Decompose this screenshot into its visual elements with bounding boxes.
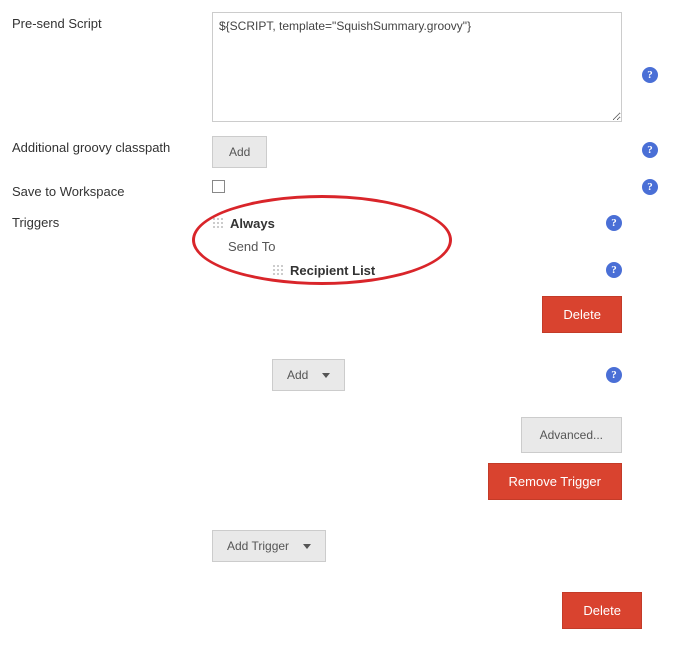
help-icon[interactable]: ? <box>642 142 658 158</box>
add-recipient-dropdown[interactable]: Add <box>272 359 345 391</box>
help-icon[interactable]: ? <box>606 215 622 231</box>
add-trigger-dropdown[interactable]: Add Trigger <box>212 530 326 562</box>
trigger-block: Always ? Send To Recipient List ? Delete… <box>212 211 622 500</box>
help-icon[interactable]: ? <box>606 367 622 383</box>
delete-section-button[interactable]: Delete <box>562 592 642 629</box>
presend-script-textarea[interactable] <box>212 12 622 122</box>
trigger-name: Always <box>230 216 275 231</box>
add-classpath-button[interactable]: Add <box>212 136 267 168</box>
chevron-down-icon <box>303 544 311 549</box>
trigger-row[interactable]: Always ? <box>212 211 622 235</box>
drag-handle-icon[interactable] <box>212 217 224 229</box>
add-trigger-label: Add Trigger <box>227 539 289 553</box>
remove-trigger-button[interactable]: Remove Trigger <box>488 463 622 500</box>
recipient-row: Recipient List ? <box>272 258 622 282</box>
recipient-list-label: Recipient List <box>290 263 375 278</box>
help-icon[interactable]: ? <box>642 67 658 83</box>
triggers-label: Triggers <box>12 211 212 230</box>
help-icon[interactable]: ? <box>642 179 658 195</box>
save-workspace-label: Save to Workspace <box>12 180 212 199</box>
classpath-label: Additional groovy classpath <box>12 136 212 155</box>
presend-script-label: Pre-send Script <box>12 12 212 31</box>
send-to-label: Send To <box>212 235 622 258</box>
chevron-down-icon <box>322 373 330 378</box>
save-workspace-checkbox[interactable] <box>212 180 225 193</box>
delete-recipient-button[interactable]: Delete <box>542 296 622 333</box>
add-recipient-label: Add <box>287 368 308 382</box>
help-icon[interactable]: ? <box>606 262 622 278</box>
advanced-button[interactable]: Advanced... <box>521 417 622 453</box>
drag-handle-icon[interactable] <box>272 264 284 276</box>
